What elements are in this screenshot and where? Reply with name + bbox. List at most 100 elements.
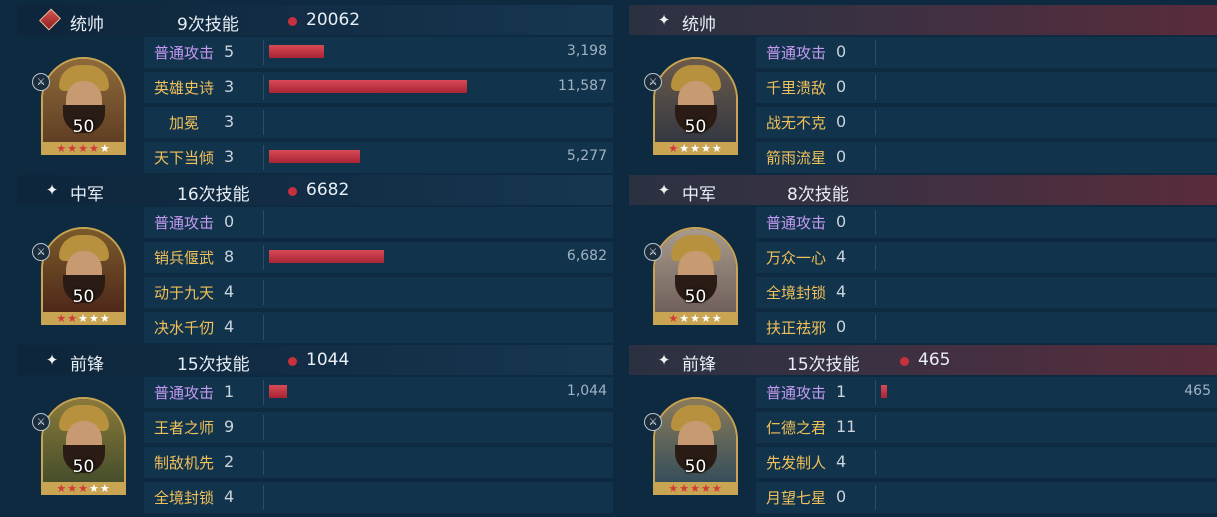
skill-name: 全境封锁 [154,489,215,507]
skill-trigger-count: 0 [836,487,847,506]
skill-name: 万众一心 [766,249,827,267]
row-divider [263,485,264,510]
star-icon: ★ [56,482,68,495]
skill-count-label: 16次技能 [177,185,250,205]
skill-name: 决水千仞 [154,319,215,337]
damage-value: 465 [1184,383,1211,399]
skill-row: 普通攻击 0 [756,207,1217,238]
skill-row: 普通攻击 1 465 [756,377,1217,408]
star-icon: ★ [67,482,79,495]
skill-row: 普通攻击 0 [756,37,1217,68]
unit-section-2: ✦ 中军 8次技能 50 ★ ★ ★ ★ ★ ⚔ 普通攻击 0 万众一心 4 全境封锁 4 扶正祛邪 0 [629,175,1217,345]
sparkle-icon: ✦ [657,181,671,199]
portrait-frame: 50 [41,397,126,493]
skill-row: 扶正祛邪 0 [756,312,1217,343]
portrait-frame: 50 [653,57,738,153]
unit-section-1: ✦ 统帅 50 ★ ★ ★ ★ ★ ⚔ 普通攻击 0 千里溃敌 0 战无不克 0 箭雨流星 0 [629,5,1217,175]
skill-row: 千里溃敌 0 [756,72,1217,103]
damage-dot-icon [900,357,909,366]
damage-value: 6,682 [566,248,607,264]
row-divider [875,485,876,510]
sparkle-icon: ✦ [657,11,671,29]
skill-name: 箭雨流星 [766,149,827,167]
star-icon: ★ [679,142,691,155]
hero-level: 50 [684,287,707,307]
row-divider [875,280,876,305]
star-icon: ★ [67,312,79,325]
unit-section-2: ✦ 中军 16次技能 6682 50 ★ ★ ★ ★ ★ ⚔ 普通攻击 0 销兵偃武 8 6,682 动于九天 4… [17,175,613,345]
skill-list: 普通攻击 0 千里溃敌 0 战无不克 0 箭雨流星 0 [756,37,1217,177]
skill-trigger-count: 0 [836,112,847,131]
unit-section-3: ✦ 前锋 15次技能 1044 50 ★ ★ ★ ★ ★ ⚔ 普通攻击 1 1,044 王者之师 9 制敌机先 2… [17,345,613,515]
row-divider [263,380,264,405]
right-team-panel: ✦ 统帅 50 ★ ★ ★ ★ ★ ⚔ 普通攻击 0 千里溃敌 0 战无不克 0 箭雨流星 0 ✦ 中军 8次技能 50… [629,0,1217,517]
hero-portrait[interactable]: 50 ★ ★ ★ ★ ★ ⚔ [644,395,744,505]
skill-count-label: 9次技能 [177,15,239,35]
hero-portrait[interactable]: 50 ★ ★ ★ ★ ★ ⚔ [644,225,744,335]
row-divider [263,40,264,65]
skill-count-label: 15次技能 [787,355,860,375]
skill-trigger-count: 0 [836,212,847,231]
star-icon: ★ [700,482,712,495]
skill-row: 月望七星 0 [756,482,1217,513]
skill-trigger-count: 2 [224,452,235,471]
role-label: 前锋 [70,355,104,375]
skill-trigger-count: 4 [836,452,847,471]
star-icon: ★ [56,142,68,155]
unit-type-icon: ⚔ [644,243,662,261]
damage-total: 1044 [306,350,350,370]
damage-bar [881,385,887,398]
skill-trigger-count: 1 [224,382,235,401]
skill-list: 普通攻击 1 465 仁德之君 11 先发制人 4 月望七星 0 [756,377,1217,517]
star-icon: ★ [78,312,89,325]
row-divider [875,75,876,100]
row-divider [875,40,876,65]
star-icon: ★ [99,312,111,325]
skill-row: 制敌机先 2 [144,447,613,478]
star-icon: ★ [99,142,111,155]
damage-bar [269,150,360,163]
skill-trigger-count: 4 [224,487,235,506]
row-divider [263,315,264,340]
star-rating: ★ ★ ★ ★ ★ [653,482,738,495]
row-divider [263,75,264,100]
skill-name: 扶正祛邪 [766,319,827,337]
skill-row: 战无不克 0 [756,107,1217,138]
skill-name: 英雄史诗 [154,79,215,97]
damage-bar [269,45,324,58]
section-header: ✦ 前锋 15次技能 465 [629,345,1217,375]
hero-portrait[interactable]: 50 ★ ★ ★ ★ ★ ⚔ [32,395,132,505]
skill-row: 决水千仞 4 [144,312,613,343]
row-divider [875,380,876,405]
unit-type-icon: ⚔ [644,73,662,91]
skill-name: 普通攻击 [766,214,827,232]
skill-row: 仁德之君 11 [756,412,1217,443]
skill-trigger-count: 4 [836,247,847,266]
skill-name: 战无不克 [766,114,827,132]
hero-level: 50 [72,457,95,477]
star-icon: ★ [679,312,691,325]
damage-value: 11,587 [558,78,607,94]
row-divider [875,415,876,440]
skill-name: 全境封锁 [766,284,827,302]
star-rating: ★ ★ ★ ★ ★ [653,142,738,155]
sparkle-icon: ✦ [657,351,671,369]
star-icon: ★ [679,482,691,495]
skill-trigger-count: 0 [836,42,847,61]
damage-value: 5,277 [566,148,607,164]
row-divider [875,210,876,235]
skill-row: 王者之师 9 [144,412,613,443]
hero-portrait[interactable]: 50 ★ ★ ★ ★ ★ ⚔ [32,225,132,335]
hero-portrait[interactable]: 50 ★ ★ ★ ★ ★ ⚔ [32,55,132,165]
section-header: ✦ 中军 8次技能 [629,175,1217,205]
skill-name: 天下当倾 [154,149,215,167]
damage-total: 20062 [306,10,361,30]
skill-trigger-count: 11 [836,417,857,436]
damage-dot-icon [288,187,297,196]
hero-portrait[interactable]: 50 ★ ★ ★ ★ ★ ⚔ [644,55,744,165]
skill-name: 加冕 [169,114,200,132]
skill-trigger-count: 0 [224,212,235,231]
star-icon: ★ [56,312,68,325]
book-icon [39,8,61,31]
row-divider [263,145,264,170]
